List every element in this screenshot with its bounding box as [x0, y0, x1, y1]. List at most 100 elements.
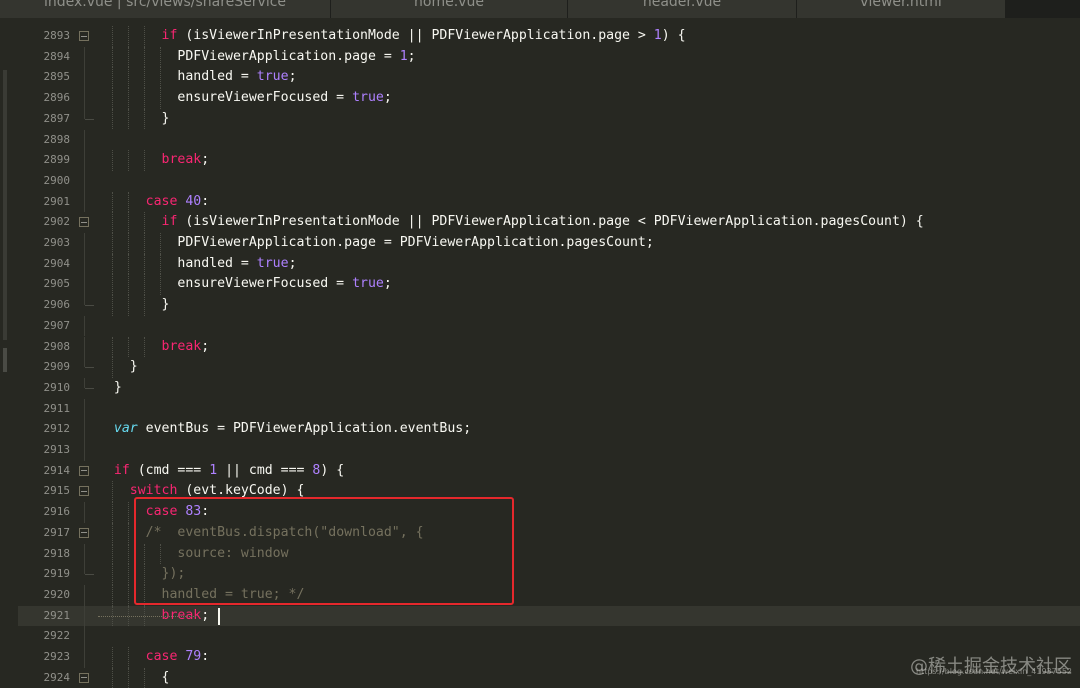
fold-toggle-icon[interactable]	[79, 31, 89, 41]
fold-guide	[84, 170, 85, 192]
scroll-indicator[interactable]	[3, 348, 7, 372]
code-line[interactable]: 2910 }	[18, 377, 1080, 399]
tab-index-vue[interactable]: index.vue | src/views/shareService	[0, 0, 331, 18]
code-text[interactable]: case 79:	[98, 647, 210, 668]
code-text[interactable]: break;	[98, 150, 210, 171]
line-number: 2908	[43, 339, 71, 353]
code-text[interactable]: PDFViewerApplication.page = 1;	[98, 47, 416, 68]
fold-toggle-icon[interactable]	[79, 672, 89, 683]
tab-label: viewer.html	[860, 0, 942, 10]
fold-toggle-icon[interactable]	[79, 217, 89, 228]
code-text[interactable]: if (isViewerInPresentationMode || PDFVie…	[98, 26, 686, 47]
line-number: 2906	[43, 298, 71, 312]
code-line[interactable]: 2903 PDFViewerApplication.page = PDFView…	[18, 233, 1080, 254]
fold-guide	[84, 274, 85, 296]
code-token: handled =	[98, 69, 257, 85]
code-text[interactable]: ensureViewerFocused = true;	[98, 88, 391, 109]
code-line[interactable]: 2913	[18, 440, 1080, 461]
code-line[interactable]: 2907	[18, 315, 1080, 337]
code-line[interactable]: 2906 }	[18, 295, 1080, 316]
code-line[interactable]: 2901 case 40:	[18, 191, 1080, 213]
code-token: ;	[383, 276, 392, 292]
tab-home-vue[interactable]: home.vue	[331, 0, 568, 18]
line-number: 2911	[43, 401, 71, 415]
line-number: 2916	[43, 505, 71, 519]
line-number: 2912	[43, 422, 71, 436]
code-line[interactable]: 2908 break;	[18, 336, 1080, 358]
code-token: ;	[201, 338, 210, 354]
code-token: case	[145, 649, 178, 664]
fold-guide	[84, 191, 85, 213]
code-text[interactable]: }	[98, 295, 170, 316]
code-text[interactable]: {	[98, 668, 170, 688]
code-token: break	[161, 152, 202, 168]
line-number: 2907	[43, 318, 71, 332]
code-text[interactable]: case 40:	[98, 192, 210, 213]
code-line[interactable]: 2900	[18, 170, 1080, 192]
code-line[interactable]: 2893 if (isViewerInPresentationMode || P…	[18, 26, 1080, 47]
line-number: 2922	[43, 629, 71, 643]
line-number: 2905	[43, 277, 71, 291]
fold-guide	[84, 605, 85, 627]
line-number: 2895	[43, 70, 71, 84]
fold-guide	[84, 543, 85, 565]
code-line[interactable]: 2921 break;	[18, 605, 1080, 627]
watermark: @稀土掘金技术社区 https://blog.csdn.net/weixin_4…	[910, 652, 1072, 678]
tab-viewer-html[interactable]: viewer.html	[797, 0, 1006, 18]
code-text[interactable]: var eventBus = PDFViewerApplication.even…	[98, 419, 471, 440]
fold-guide	[84, 647, 85, 668]
code-line[interactable]: 2905 ensureViewerFocused = true;	[18, 274, 1080, 296]
code-token: true	[352, 90, 384, 106]
code-text[interactable]: }	[98, 378, 122, 399]
code-line[interactable]: 2911	[18, 398, 1080, 420]
code-line[interactable]: 2899 break;	[18, 150, 1080, 171]
tab-header-vue[interactable]: header.vue	[568, 0, 797, 18]
code-token: ensureViewerFocused =	[98, 90, 353, 106]
code-line[interactable]: 2912 var eventBus = PDFViewerApplication…	[18, 419, 1080, 440]
code-text[interactable]: }	[98, 357, 138, 378]
code-text[interactable]: PDFViewerApplication.page = PDFViewerApp…	[98, 233, 653, 254]
code-token: (isViewerInPresentationMode || PDFViewer…	[177, 28, 654, 43]
code-token: if	[161, 28, 178, 43]
code-line[interactable]: 2897 }	[18, 108, 1080, 130]
code-line[interactable]: 2922	[18, 626, 1080, 647]
fold-end-marker	[85, 109, 94, 120]
whitespace-marker	[98, 615, 196, 617]
fold-toggle-icon[interactable]	[79, 527, 89, 538]
code-token: 1	[209, 462, 218, 478]
code-line[interactable]: 2898	[18, 129, 1080, 151]
code-line[interactable]: 2895 handled = true;	[18, 67, 1080, 89]
code-text[interactable]: break;	[98, 337, 210, 358]
fold-guide	[84, 315, 85, 337]
code-text[interactable]: handled = true;	[98, 254, 296, 275]
code-token: if	[113, 462, 130, 478]
fold-guide	[84, 584, 85, 606]
code-text[interactable]: ensureViewerFocused = true;	[98, 274, 392, 295]
code-token: true	[352, 276, 384, 292]
code-token: 1	[653, 28, 662, 43]
fold-toggle-icon[interactable]	[79, 486, 89, 497]
code-line[interactable]: 2902 if (isViewerInPresentationMode || P…	[18, 212, 1080, 233]
code-token: ;	[407, 48, 416, 64]
text-cursor	[218, 607, 221, 625]
code-text[interactable]: if (isViewerInPresentationMode || PDFVie…	[98, 212, 924, 233]
line-number: 2899	[43, 153, 71, 167]
code-text[interactable]: handled = true;	[98, 67, 296, 88]
code-line[interactable]: 2914 if (cmd === 1 || cmd === 8) {	[18, 461, 1080, 482]
code-line[interactable]: 2896 ensureViewerFocused = true;	[18, 88, 1080, 109]
fold-guide	[84, 150, 85, 171]
code-line[interactable]: 2904 handled = true;	[18, 253, 1080, 275]
code-token: break	[161, 338, 202, 354]
code-text[interactable]: if (cmd === 1 || cmd === 8) {	[98, 461, 344, 482]
code-line[interactable]: 2909 }	[18, 357, 1080, 378]
scroll-indicator[interactable]	[3, 70, 7, 340]
code-line[interactable]: 2894 PDFViewerApplication.page = 1;	[18, 46, 1080, 68]
code-text[interactable]: }	[98, 109, 170, 130]
code-token: }	[98, 359, 138, 375]
fold-toggle-icon[interactable]	[79, 465, 89, 476]
